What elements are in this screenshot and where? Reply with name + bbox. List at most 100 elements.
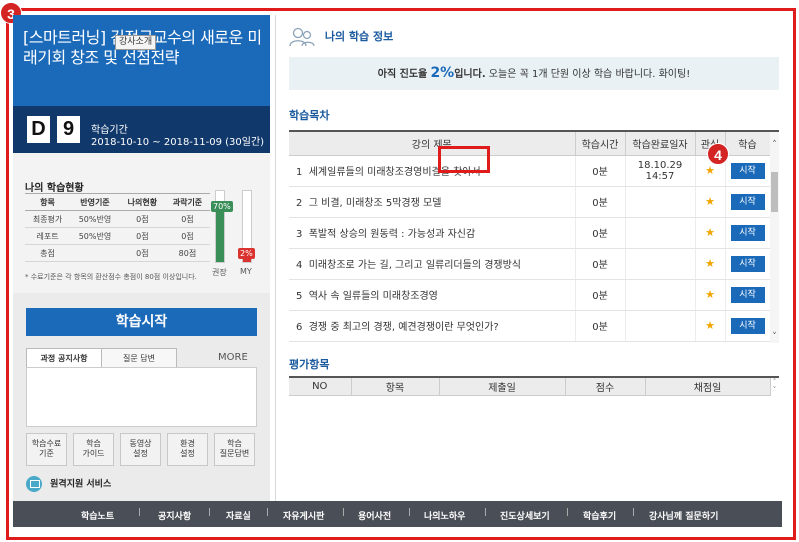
eval-header-item: 항목 <box>351 378 440 396</box>
lesson-title: 미래창조로 가는 길, 그리고 일류리더들의 경쟁방식 <box>308 260 522 271</box>
start-learning-button[interactable]: 학습시작 <box>26 308 257 336</box>
quick-link-environment-settings[interactable]: 환경 설정 <box>167 433 208 466</box>
lesson-list-title: 학습목차 <box>289 109 330 122</box>
status-header: 과락기준 <box>164 193 210 211</box>
footer-link-progress-detail[interactable]: 진도상세보기 <box>500 509 550 522</box>
footer-link-resources[interactable]: 자료실 <box>226 509 251 522</box>
lesson-number: 3 <box>296 229 303 240</box>
monitor-icon <box>26 476 42 492</box>
evaluation-table-container: NO 항목 제출일 점수 채점일 ˄ ˅ <box>289 376 779 396</box>
start-lesson-button[interactable]: 시작 <box>730 317 765 334</box>
eval-header-graded: 채점일 <box>645 378 771 396</box>
quick-link-line: 동영상 <box>129 439 152 448</box>
eval-header-score: 점수 <box>565 378 646 396</box>
remote-support-label: 원격지원 서비스 <box>50 479 112 490</box>
scroll-thumb[interactable] <box>771 172 778 212</box>
study-cell: 시작 <box>725 310 771 342</box>
lesson-number: 4 <box>296 260 303 271</box>
tab-course-notice[interactable]: 과정 공지사항 <box>26 348 102 368</box>
quick-link-study-qna[interactable]: 학습 질문답변 <box>214 433 255 466</box>
footer-separator <box>409 508 410 516</box>
lesson-number: 6 <box>296 322 303 333</box>
highlight-frame-4 <box>438 146 490 173</box>
start-lesson-button[interactable]: 시작 <box>730 162 765 179</box>
lesson-time: 0분 <box>575 248 626 280</box>
favorite-cell[interactable]: ★ <box>695 186 726 218</box>
start-lesson-button[interactable]: 시작 <box>730 255 765 272</box>
lesson-scrollbar[interactable]: ˄ ˅ <box>770 132 779 343</box>
status-cell: 레포트 <box>25 227 71 245</box>
study-period: D 9 학습기간 2018-10-10 ~ 2018-11-09 (30일간) <box>13 106 270 153</box>
footer-link-free-board[interactable]: 자유게시판 <box>283 509 324 522</box>
status-cell: 0점 <box>119 210 165 228</box>
status-cell: 80점 <box>164 244 210 262</box>
lesson-title-cell[interactable]: 6 경쟁 중 최고의 경쟁, 예견경쟁이란 무엇인가? <box>289 310 576 342</box>
table-row: 1 세계일류들의 미래창조경영비결을 찾아서 0분 18.10.29 14:57… <box>289 155 771 187</box>
lesson-header-study: 학습 <box>725 132 771 156</box>
eval-header-submitted: 제출일 <box>439 378 566 396</box>
progress-prefix: 아직 진도율 <box>377 69 428 80</box>
evaluation-scrollbar[interactable]: ˄ ˅ <box>770 378 779 395</box>
progress-percent: 2% <box>430 65 455 81</box>
quick-link-completion-criteria[interactable]: 학습수료 기준 <box>26 433 67 466</box>
footer-nav: 학습노트 공지사항 자료실 자유게시판 용어사전 나의노하우 진도상세보기 학습… <box>13 501 782 527</box>
quick-link-line: 설정 <box>180 449 195 458</box>
remote-support-link[interactable]: 원격지원 서비스 <box>26 476 111 492</box>
footer-link-reviews[interactable]: 학습후기 <box>583 509 616 522</box>
star-icon: ★ <box>705 195 715 208</box>
dday-letter: D <box>27 116 50 143</box>
favorite-cell[interactable]: ★ <box>695 217 726 249</box>
lesson-title-cell[interactable]: 4 미래창조로 가는 길, 그리고 일류리더들의 경쟁방식 <box>289 248 576 280</box>
my-bar-label: MY <box>240 267 252 276</box>
study-cell: 시작 <box>725 217 771 249</box>
quick-link-line: 기준 <box>39 449 54 458</box>
completion-note: * 수료기준은 각 항목의 환산점수 총점이 80점 이상입니다. <box>25 273 197 281</box>
status-table: 항목 반영기준 나의현황 과락기준 최종평가 50%반영 0점 0점 레포트 5… <box>25 193 210 262</box>
table-row: 레포트 50%반영 0점 0점 <box>25 227 210 245</box>
lesson-title-cell[interactable]: 1 세계일류들의 미래창조경영비결을 찾아서 <box>289 155 576 187</box>
lesson-header-time: 학습시간 <box>575 132 626 156</box>
start-lesson-button[interactable]: 시작 <box>730 224 765 241</box>
star-icon: ★ <box>705 164 715 177</box>
footer-link-notice[interactable]: 공지사항 <box>158 509 191 522</box>
lesson-completed-date <box>625 279 696 311</box>
lesson-completed-date <box>625 310 696 342</box>
lesson-title-cell[interactable]: 3 폭발적 상승의 원동력 : 가능성과 자신감 <box>289 217 576 249</box>
lesson-title: 그 비결, 미래창조 5막경쟁 모델 <box>308 198 442 209</box>
footer-link-glossary[interactable]: 용어사전 <box>358 509 391 522</box>
favorite-cell[interactable]: ★ <box>695 310 726 342</box>
footer-separator <box>267 508 268 516</box>
lesson-completed-date <box>625 186 696 218</box>
footer-link-ask-instructor[interactable]: 강사님께 질문하기 <box>649 509 718 522</box>
quick-link-line: 환경 <box>180 439 195 448</box>
lesson-time: 0분 <box>575 310 626 342</box>
table-row: 총점 0점 80점 <box>25 244 210 262</box>
study-cell: 시작 <box>725 155 771 187</box>
evaluation-title: 평가항목 <box>289 358 330 371</box>
table-row: 2 그 비결, 미래창조 5막경쟁 모델 0분 ★ 시작 <box>289 186 771 218</box>
star-icon: ★ <box>705 226 715 239</box>
people-icon <box>289 27 315 47</box>
instructor-intro-button[interactable]: 강사소개 <box>115 35 157 50</box>
start-lesson-button[interactable]: 시작 <box>730 286 765 303</box>
tab-qna[interactable]: 질문 답변 <box>101 348 177 368</box>
quick-link-guide[interactable]: 학습 가이드 <box>73 433 114 466</box>
chevron-down-icon[interactable]: ˅ <box>770 332 779 342</box>
quick-link-video-settings[interactable]: 동영상 설정 <box>120 433 161 466</box>
start-lesson-button[interactable]: 시작 <box>730 193 765 210</box>
lesson-title-cell[interactable]: 5 역사 속 일류들의 미래창조경영 <box>289 279 576 311</box>
study-cell: 시작 <box>725 186 771 218</box>
chevron-up-icon[interactable]: ˄ <box>770 140 779 150</box>
favorite-cell[interactable]: ★ <box>695 279 726 311</box>
dday-number: 9 <box>57 116 80 143</box>
recommended-bar-label: 권장 <box>212 268 227 277</box>
recommended-bar-tag: 70% <box>211 201 233 213</box>
quick-link-line: 가이드 <box>82 449 105 458</box>
favorite-cell[interactable]: ★ <box>695 248 726 280</box>
my-bar-fill <box>243 259 251 262</box>
my-info-heading: 나의 학습 정보 <box>289 27 393 47</box>
footer-link-study-note[interactable]: 학습노트 <box>81 509 114 522</box>
lesson-completed-date <box>625 217 696 249</box>
lesson-title-cell[interactable]: 2 그 비결, 미래창조 5막경쟁 모델 <box>289 186 576 218</box>
footer-link-my-knowhow[interactable]: 나의노하우 <box>424 509 465 522</box>
